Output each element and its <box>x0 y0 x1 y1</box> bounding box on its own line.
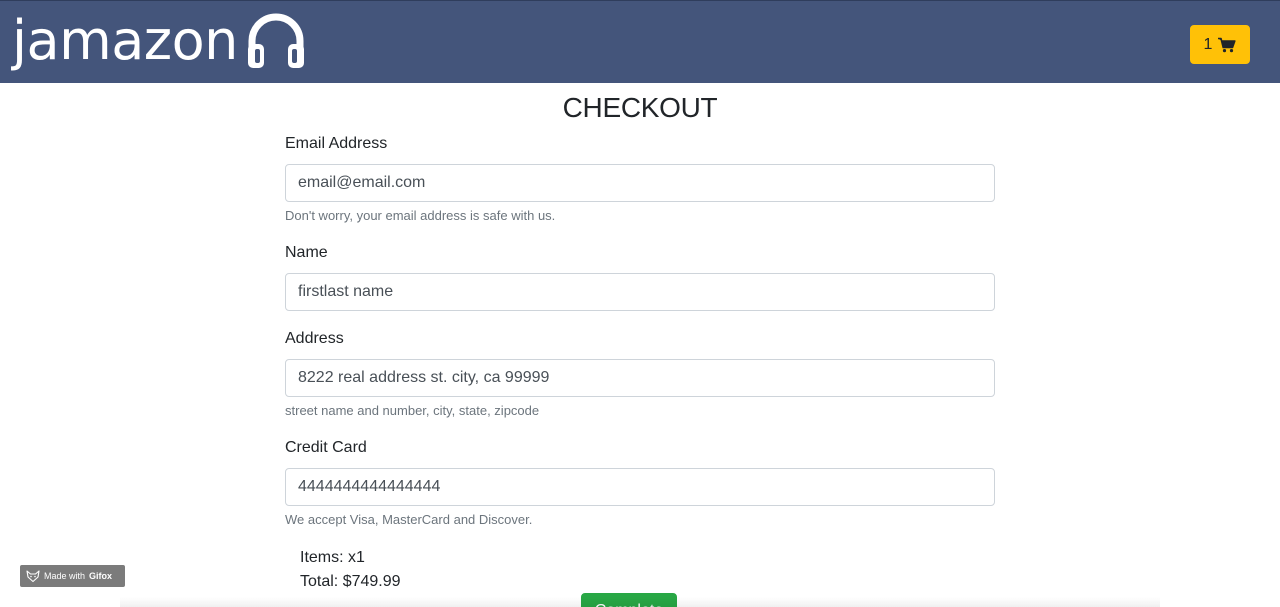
page-title: CHECKOUT <box>562 92 718 123</box>
watermark-text: Made with <box>44 571 86 581</box>
address-group: Address 8222 real address st. city, ca 9… <box>285 330 995 418</box>
credit-card-label: Credit Card <box>285 439 367 456</box>
email-group: Email Address email@email.com Don't worr… <box>285 135 995 223</box>
credit-card-help-text: We accept Visa, MasterCard and Discover. <box>285 512 533 527</box>
credit-card-field[interactable]: 4444444444444444 <box>285 468 995 506</box>
complete-button[interactable]: Complete <box>581 593 677 607</box>
gifox-watermark: Made with Gifox <box>20 565 125 587</box>
navbar: jamazon 1 <box>0 0 1280 83</box>
address-help-text: street name and number, city, state, zip… <box>285 403 540 418</box>
watermark-brand: Gifox <box>89 571 113 581</box>
name-field[interactable]: firstlast name <box>285 273 995 311</box>
brand-name: jamazon <box>12 9 238 72</box>
brand-logo-link[interactable]: jamazon <box>12 3 306 79</box>
credit-card-group: Credit Card 4444444444444444 We accept V… <box>285 439 995 527</box>
name-group: Name firstlast name <box>285 244 995 311</box>
order-total: Total: $749.99 <box>300 573 401 590</box>
headphones-icon <box>247 13 304 68</box>
email-label: Email Address <box>285 135 388 152</box>
cart-button[interactable]: 1 <box>1190 25 1250 64</box>
address-field[interactable]: 8222 real address st. city, ca 99999 <box>285 359 995 397</box>
items-count: Items: x1 <box>300 549 365 566</box>
cart-count: 1 <box>1203 35 1213 53</box>
address-label: Address <box>285 330 344 347</box>
fox-icon <box>26 570 40 583</box>
email-field[interactable]: email@email.com <box>285 164 995 202</box>
email-help-text: Don't worry, your email address is safe … <box>285 208 556 223</box>
shopping-cart-icon <box>1218 37 1237 52</box>
name-label: Name <box>285 244 328 261</box>
